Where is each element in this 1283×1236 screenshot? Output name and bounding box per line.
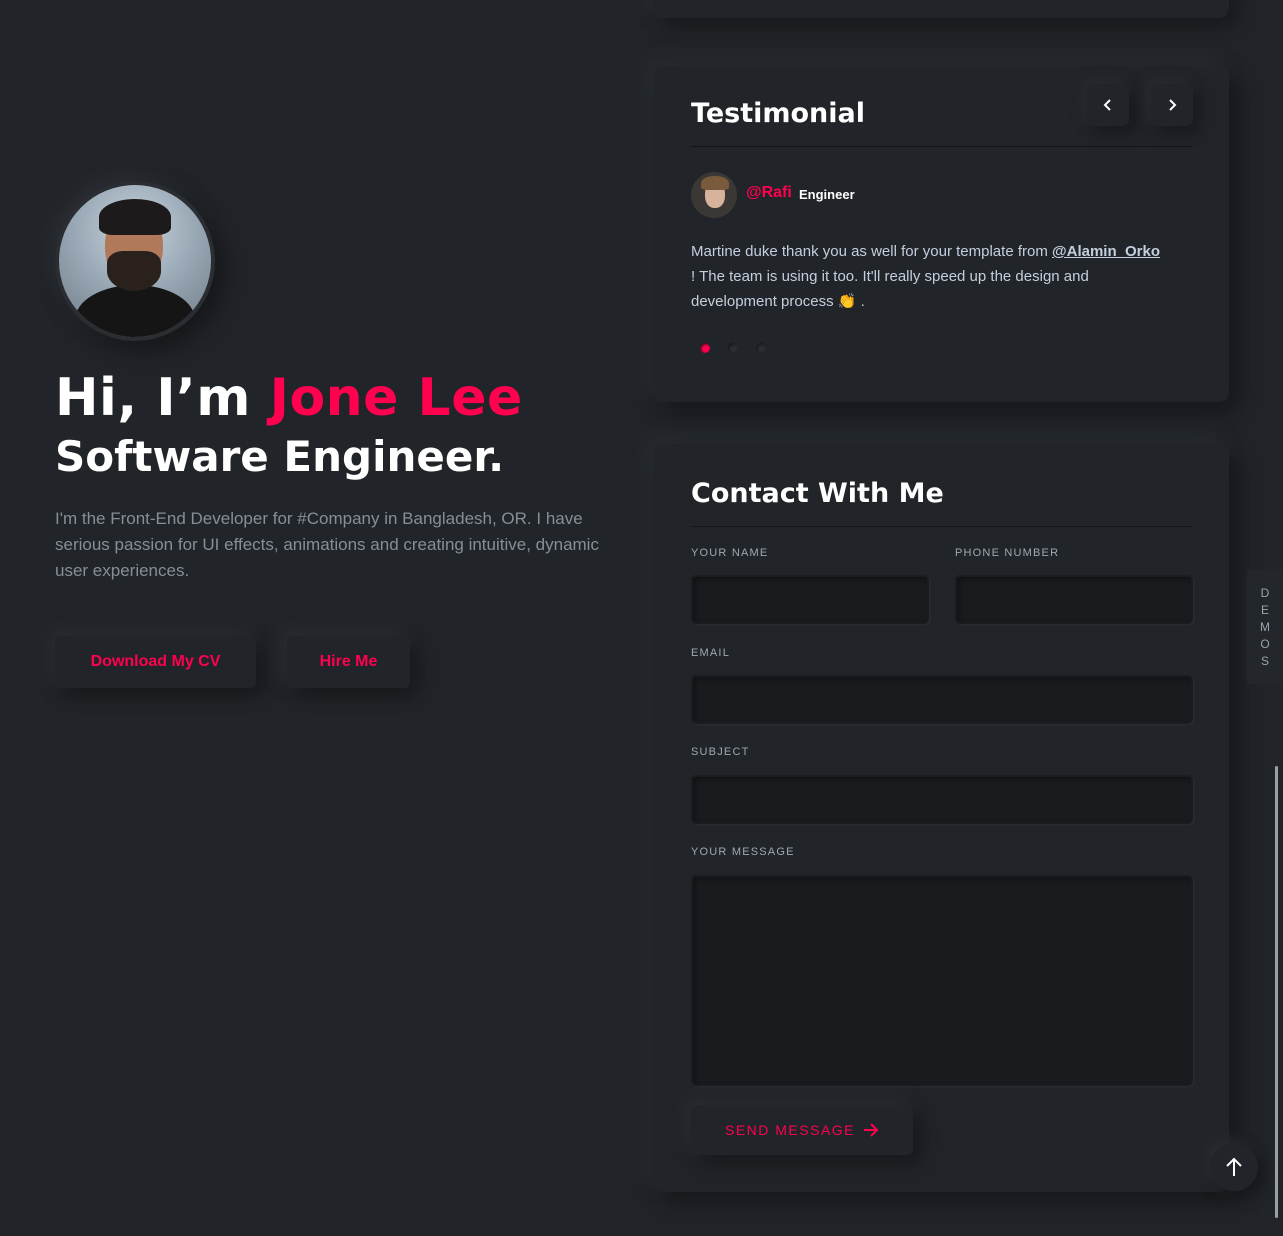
reviewer-role: Engineer <box>799 187 855 202</box>
arrow-up-icon <box>1226 1157 1242 1176</box>
send-message-button[interactable]: SEND MESSAGE <box>691 1105 913 1155</box>
subject-label: SUBJECT <box>691 746 750 758</box>
chevron-right-icon <box>1169 99 1177 111</box>
scrollbar-thumb[interactable] <box>1275 766 1278 1218</box>
testimonial-text-part: ! The team is using it too. It'll really… <box>691 268 1089 310</box>
demos-letter: O <box>1260 637 1270 651</box>
mention-link[interactable]: @Alamin_Orko <box>1052 243 1160 260</box>
contact-divider <box>691 526 1193 527</box>
testimonial-divider <box>691 146 1193 147</box>
chevron-left-icon <box>1103 99 1111 111</box>
slider-dot-2[interactable] <box>728 343 738 353</box>
demos-letter: S <box>1260 654 1269 668</box>
slider-dot-3[interactable] <box>756 343 766 353</box>
contact-card: Contact With Me YOUR NAME PHONE NUMBER E… <box>653 444 1229 1192</box>
hero-greeting: Hi, I’m <box>55 368 270 428</box>
testimonial-card: Testimonial @Rafi Engineer Martine duke … <box>653 66 1229 402</box>
demos-letter: E <box>1260 603 1269 617</box>
clap-emoji-icon: 👏 <box>837 293 857 310</box>
profile-photo <box>59 185 211 337</box>
message-textarea[interactable] <box>691 875 1193 1086</box>
download-cv-button[interactable]: Download My CV <box>55 636 256 688</box>
testimonial-text: Martine duke thank you as well for your … <box>691 239 1161 314</box>
message-label: YOUR MESSAGE <box>691 846 795 858</box>
phone-label: PHONE NUMBER <box>955 547 1060 559</box>
email-input[interactable] <box>691 675 1193 724</box>
page: Hi, I’m Jone Lee Software Engineer. I'm … <box>0 0 1283 1236</box>
send-message-label: SEND MESSAGE <box>724 1122 856 1138</box>
demos-tab[interactable]: D E M O S <box>1247 570 1283 684</box>
back-to-top-button[interactable] <box>1210 1143 1258 1191</box>
subject-input[interactable] <box>691 775 1193 824</box>
slider-dot-1[interactable] <box>700 343 710 353</box>
name-label: YOUR NAME <box>691 547 769 559</box>
profile-avatar <box>55 181 215 341</box>
hero-title: Hi, I’m Jone Lee <box>55 368 523 428</box>
demos-letter: D <box>1260 586 1270 600</box>
hero-description: I'm the Front-End Developer for #Company… <box>55 509 599 580</box>
phone-input[interactable] <box>955 575 1193 624</box>
reviewer-handle[interactable]: @Rafi <box>746 184 792 202</box>
hero-name: Jone Lee <box>269 368 523 428</box>
name-input[interactable] <box>691 575 929 624</box>
testimonial-text-part: Martine duke thank you as well for your … <box>691 243 1052 260</box>
email-label: EMAIL <box>691 647 731 659</box>
testimonial-prev-button[interactable] <box>1087 84 1129 126</box>
testimonial-text-part: . <box>856 293 865 310</box>
testimonial-title: Testimonial <box>691 98 866 129</box>
arrow-right-icon <box>864 1123 879 1137</box>
reviewer-avatar <box>691 172 737 218</box>
demos-letter: M <box>1260 620 1270 634</box>
previous-card <box>653 0 1229 18</box>
hero-role: Software Engineer. <box>55 432 505 481</box>
hire-me-button[interactable]: Hire Me <box>287 636 410 688</box>
testimonial-next-button[interactable] <box>1151 84 1193 126</box>
contact-title: Contact With Me <box>691 478 944 509</box>
